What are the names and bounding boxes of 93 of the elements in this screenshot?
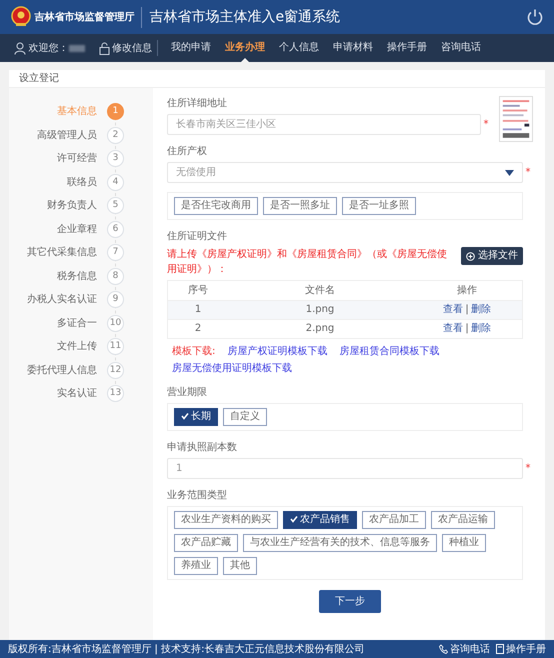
column-header: 序号 <box>187 284 209 298</box>
step-label[interactable]: 多证合一 <box>9 316 97 331</box>
step-number: 10 <box>107 314 124 332</box>
step-label[interactable]: 实名认证 <box>9 386 97 402</box>
nav-item[interactable]: 我的申请 <box>164 34 218 62</box>
plus-circle-icon <box>466 252 475 260</box>
option-button[interactable]: 农产品贮藏 <box>174 534 238 552</box>
user-icon <box>14 42 26 54</box>
view-link[interactable]: 查看 <box>442 323 463 334</box>
agency-name: 吉林省市场监督管理厅 <box>34 10 134 24</box>
check-icon <box>290 514 298 522</box>
step-label[interactable]: 财务负责人 <box>9 198 97 214</box>
separator-text: | <box>465 304 469 315</box>
field-label: 营业期限 <box>167 386 208 400</box>
step-number: 13 <box>107 385 124 402</box>
manual-icon <box>496 644 504 654</box>
nav-item[interactable]: 咨询电话 <box>434 34 488 62</box>
step-label[interactable]: 其它代采集信息 <box>9 245 97 260</box>
option-button[interactable]: 农业生产资料的购买 <box>174 510 278 528</box>
required-mark: * <box>524 462 532 476</box>
system-title: 吉林省市场主体准入e窗通系统 <box>140 6 340 28</box>
field-label: 申请执照副本数 <box>167 440 238 454</box>
table-cell-text: 1.png <box>304 303 336 317</box>
power-icon[interactable] <box>526 8 544 26</box>
table-cell-text: 2 <box>194 322 202 336</box>
choose-file-button[interactable]: 选择文件 <box>461 247 523 265</box>
column-header: 文件名 <box>304 284 336 298</box>
step-label[interactable]: 文件上传 <box>9 339 97 354</box>
table-cell-text: 1 <box>194 303 202 317</box>
field-label: 住所证明文件 <box>167 230 228 244</box>
step-label[interactable]: 联络员 <box>9 174 97 190</box>
lock-icon <box>98 42 110 54</box>
hotline-link[interactable]: 咨询电话 <box>450 642 490 656</box>
copyright-text: 版权所有:吉林省市场监督管理厅 | 技术支持:长春吉大正元信息技术股份有限公司 <box>8 642 364 656</box>
option-button[interactable]: 长期 <box>174 408 218 426</box>
field-label: 业务范围类型 <box>167 488 228 502</box>
view-link[interactable]: 查看 <box>442 304 463 315</box>
step-label[interactable]: 许可经营 <box>9 151 97 166</box>
phone-icon <box>439 644 448 654</box>
option-button[interactable]: 农产品加工 <box>362 510 426 528</box>
step-label[interactable]: 高级管理人员 <box>9 128 97 143</box>
table-cell-text: 2.png <box>304 322 336 336</box>
option-button[interactable]: 其他 <box>223 556 257 574</box>
delete-link[interactable]: 删除 <box>471 323 492 334</box>
field-label: 住所详细地址 <box>167 96 228 111</box>
emblem-icon <box>10 6 32 28</box>
required-mark: * <box>524 166 532 180</box>
nav-item[interactable]: 申请材料 <box>326 34 380 62</box>
step-label[interactable]: 委托代理人信息 <box>9 362 97 378</box>
nav-item[interactable]: 个人信息 <box>272 34 326 62</box>
step-label[interactable]: 税务信息 <box>9 268 97 284</box>
step-number: 5 <box>107 197 124 214</box>
step-number: 11 <box>107 338 124 356</box>
field-label: 住所产权 <box>167 144 208 159</box>
step-number: 1 <box>107 103 124 120</box>
delete-link[interactable]: 删除 <box>471 304 492 315</box>
blurred-username <box>68 44 84 52</box>
step-label[interactable]: 企业章程 <box>9 222 97 237</box>
step-number: 12 <box>107 362 124 379</box>
welcome-text: 欢迎您： <box>28 42 68 56</box>
option-button[interactable]: 农产品运输 <box>431 510 495 528</box>
dropdown-caret-icon <box>505 170 514 176</box>
option-button[interactable]: 自定义 <box>223 408 267 426</box>
required-mark: * <box>482 118 490 132</box>
template-download-link[interactable]: 房屋无偿使用证明模板下载 <box>172 360 292 376</box>
step-number: 8 <box>107 268 124 285</box>
step-number: 6 <box>107 220 124 238</box>
select-field[interactable]: 无偿使用 <box>167 162 523 183</box>
option-button[interactable]: 种植业 <box>442 534 486 552</box>
template-download-link[interactable]: 房屋产权证明模板下载 <box>227 344 328 358</box>
column-header: 操作 <box>456 284 478 298</box>
separator-text: | <box>465 323 469 334</box>
step-label[interactable]: 办税人实名认证 <box>9 292 97 308</box>
step-number: 4 <box>107 174 124 191</box>
template-download-link[interactable]: 房屋租赁合同模板下载 <box>339 344 440 358</box>
option-button[interactable]: 与农业生产经营有关的技术、信息等服务 <box>243 534 437 552</box>
option-button[interactable]: 农产品销售 <box>283 510 357 528</box>
upload-instruction: 请上传《房屋产权证明》和《房屋租赁合同》（或《房屋无偿使用证明》）： <box>167 248 448 277</box>
nav-item[interactable]: 业务办理 <box>218 34 272 62</box>
step-number: 7 <box>107 244 124 262</box>
toggle-button[interactable]: 是否一址多照 <box>342 197 416 215</box>
template-label: 模板下载: <box>172 344 216 358</box>
next-button[interactable]: 下一步 <box>319 590 381 612</box>
step-number: 3 <box>107 150 124 168</box>
nav-item[interactable]: 操作手册 <box>380 34 434 62</box>
manual-link[interactable]: 操作手册 <box>506 642 546 656</box>
step-number: 2 <box>107 126 124 144</box>
option-button[interactable]: 养殖业 <box>174 556 218 574</box>
toggle-button[interactable]: 是否住宅改商用 <box>174 197 258 215</box>
check-icon <box>181 412 189 420</box>
step-number: 9 <box>107 291 124 308</box>
toggle-button[interactable]: 是否一照多址 <box>263 197 337 215</box>
edit-info-link[interactable]: 修改信息 <box>112 40 152 56</box>
